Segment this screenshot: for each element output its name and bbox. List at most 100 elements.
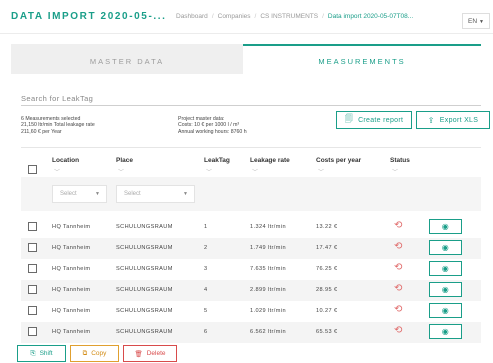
search-input[interactable]: Search for LeakTag — [21, 92, 481, 106]
view-button[interactable]: ◉ — [429, 219, 462, 234]
row-leaktag: 5 — [204, 308, 208, 314]
column-leakage-rate[interactable]: Leakage rate — [250, 157, 290, 164]
chevron-down-icon: ▼ — [183, 191, 188, 197]
eye-icon: ◉ — [441, 264, 450, 273]
column-status[interactable]: Status — [390, 157, 410, 164]
sort-rate-icon[interactable]: ﹀ — [252, 167, 258, 176]
row-rate: 2.899 ltr/min — [250, 287, 286, 293]
row-checkbox[interactable] — [28, 306, 37, 315]
eye-icon: ◉ — [441, 222, 450, 231]
export-xls-button[interactable]: ⇪ Export XLS — [416, 111, 490, 129]
tab-master-data[interactable]: MASTER DATA — [11, 44, 243, 74]
select-all-checkbox[interactable] — [28, 165, 37, 174]
history-icon[interactable]: ⟲ — [394, 221, 403, 231]
project-master-data: Project master data: Costs: 10 € per 100… — [178, 116, 247, 135]
eye-icon: ◉ — [441, 243, 450, 252]
row-rate: 6.562 ltr/min — [250, 329, 286, 335]
history-icon[interactable]: ⟲ — [394, 284, 403, 294]
filter-row: Select ▼ Select ▼ — [21, 177, 481, 211]
trash-icon: 🗑 — [134, 350, 143, 358]
row-location: HQ Tannheim — [52, 308, 91, 314]
create-report-label: Create report — [358, 116, 404, 124]
row-cost: 10.27 € — [316, 308, 338, 314]
summary-cost-year: 211,60 € per Year — [21, 128, 62, 135]
row-place: SCHULUNGSRAUM — [116, 329, 173, 335]
column-place[interactable]: Place — [116, 157, 133, 164]
column-location[interactable]: Location — [52, 157, 79, 164]
row-cost: 28.95 € — [316, 287, 338, 293]
row-location: HQ Tannheim — [52, 266, 91, 272]
row-checkbox[interactable] — [28, 222, 37, 231]
tab-measurements[interactable]: MEASUREMENTS — [243, 44, 481, 74]
copy-button[interactable]: ⧉ Copy — [70, 345, 119, 362]
row-place: SCHULUNGSRAUM — [116, 287, 173, 293]
sort-leaktag-icon[interactable]: ﹀ — [206, 167, 212, 176]
table-row: HQ Tannheim SCHULUNGSRAUM 3 7.635 ltr/mi… — [21, 259, 481, 280]
row-cost: 76.25 € — [316, 266, 338, 272]
row-place: SCHULUNGSRAUM — [116, 266, 173, 272]
table-row: HQ Tannheim SCHULUNGSRAUM 4 2.899 ltr/mi… — [21, 280, 481, 301]
eye-icon: ◉ — [441, 327, 450, 336]
history-icon[interactable]: ⟲ — [394, 263, 403, 273]
row-checkbox[interactable] — [28, 243, 37, 252]
language-select[interactable]: EN ▼ — [462, 13, 490, 29]
location-filter-select[interactable]: Select ▼ — [52, 185, 107, 203]
row-checkbox[interactable] — [28, 264, 37, 273]
place-filter-select[interactable]: Select ▼ — [116, 185, 195, 203]
table-row: HQ Tannheim SCHULUNGSRAUM 2 1.749 ltr/mi… — [21, 238, 481, 259]
view-button[interactable]: ◉ — [429, 303, 462, 318]
table-row: HQ Tannheim SCHULUNGSRAUM 5 1.029 ltr/mi… — [21, 301, 481, 322]
view-button[interactable]: ◉ — [429, 240, 462, 255]
export-icon: ⇪ — [427, 115, 435, 125]
copy-label: Copy — [91, 350, 107, 357]
row-checkbox[interactable] — [28, 327, 37, 336]
selection-summary: 6 Measurements selected 21,150 ltr/min T… — [21, 116, 95, 135]
breadcrumb-companies[interactable]: Companies — [218, 13, 251, 20]
view-button[interactable]: ◉ — [429, 261, 462, 276]
row-leaktag: 6 — [204, 329, 208, 335]
row-location: HQ Tannheim — [52, 329, 91, 335]
row-leaktag: 3 — [204, 266, 208, 272]
chevron-down-icon: ▼ — [95, 191, 100, 197]
breadcrumb-company[interactable]: CS INSTRUMENTS — [260, 13, 318, 20]
shift-icon: ⎘ — [30, 349, 36, 357]
row-leaktag: 2 — [204, 245, 208, 251]
table-row: HQ Tannheim SCHULUNGSRAUM 1 1.324 ltr/mi… — [21, 217, 481, 238]
eye-icon: ◉ — [441, 306, 450, 315]
history-icon[interactable]: ⟲ — [394, 242, 403, 252]
location-filter-value: Select — [60, 191, 77, 197]
shift-label: Shift — [39, 350, 53, 357]
project-costs: Costs: 10 € per 1000 l / m³ — [178, 122, 240, 129]
sort-place-icon[interactable]: ﹀ — [118, 167, 124, 176]
history-icon[interactable]: ⟲ — [394, 305, 403, 315]
row-rate: 1.749 ltr/min — [250, 245, 286, 251]
row-leaktag: 4 — [204, 287, 208, 293]
row-location: HQ Tannheim — [52, 224, 91, 230]
top-bar: DATA IMPORT 2020-05-... Dashboard / Compan… — [0, 0, 493, 34]
row-checkbox[interactable] — [28, 285, 37, 294]
eye-icon: ◉ — [441, 285, 450, 294]
language-label: EN — [468, 18, 478, 25]
breadcrumb-dashboard[interactable]: Dashboard — [176, 13, 208, 20]
history-icon[interactable]: ⟲ — [394, 326, 403, 336]
breadcrumb: Dashboard / Companies / CS INSTRUMENTS / Data … — [176, 13, 414, 20]
sort-location-icon[interactable]: ﹀ — [54, 167, 60, 176]
row-place: SCHULUNGSRAUM — [116, 224, 173, 230]
view-button[interactable]: ◉ — [429, 282, 462, 297]
column-costs[interactable]: Costs per year — [316, 157, 361, 164]
sort-status-icon[interactable]: ﹀ — [392, 167, 398, 176]
row-location: HQ Tannheim — [52, 245, 91, 251]
view-button[interactable]: ◉ — [429, 324, 462, 339]
table-row: HQ Tannheim SCHULUNGSRAUM 6 6.562 ltr/mi… — [21, 322, 481, 343]
column-leaktag[interactable]: LeakTag — [204, 157, 230, 164]
row-leaktag: 1 — [204, 224, 208, 230]
export-xls-label: Export XLS — [439, 116, 479, 124]
row-location: HQ Tannheim — [52, 287, 91, 293]
sort-costs-icon[interactable]: ﹀ — [318, 167, 324, 176]
create-report-button[interactable]: 🗐 Create report — [336, 111, 412, 129]
breadcrumb-current: Data import 2020-05-07T08... — [327, 13, 414, 20]
delete-button[interactable]: 🗑 Delete — [123, 345, 177, 362]
shift-button[interactable]: ⎘ Shift — [17, 345, 66, 362]
row-place: SCHULUNGSRAUM — [116, 245, 173, 251]
tab-bar: MASTER DATA MEASUREMENTS — [11, 44, 481, 74]
